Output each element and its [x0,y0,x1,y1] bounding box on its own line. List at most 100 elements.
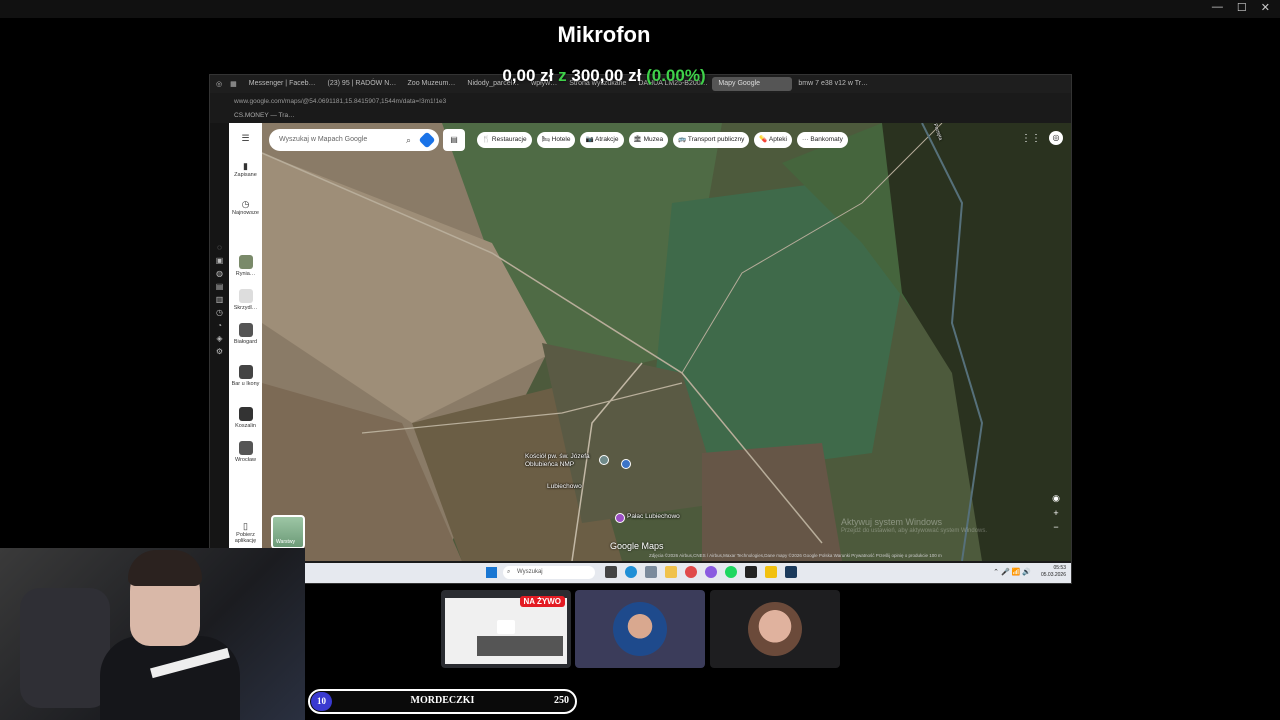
participant-avatar [613,602,667,656]
sidebar-item-label: Wrocław [235,457,256,463]
layers-toggle-button[interactable]: ▤ [443,129,465,151]
chip-atms[interactable]: ··· Bankomaty [797,132,848,148]
bus-icon: 🚌 [678,136,687,143]
discord-icon[interactable] [705,566,717,578]
museum-icon: 🏛 [633,136,642,143]
sidebar-item-place[interactable]: Rynia… [229,255,262,277]
church-label[interactable]: Kościół pw. św. Józefa Oblubieńca NMP [525,453,595,469]
bookmark-item[interactable]: CS.MONEY — Tra… [234,112,295,119]
search-input[interactable]: Wyszukaj w Mapach Google ⌕ [269,129,439,151]
settings-icon[interactable] [645,566,657,578]
google-apps-icon[interactable]: ⋮⋮ [1021,133,1041,144]
village-label[interactable]: Lubiechowo [547,483,582,490]
chip-museums[interactable]: 🏛 Muzea [628,132,669,148]
video-tile-screenshare[interactable]: NA ŻYWO [441,590,571,668]
edge-icon[interactable] [625,566,637,578]
messenger-icon[interactable]: ◍ [216,269,223,278]
church-pin-icon[interactable] [599,455,609,465]
google-maps: ☰ ▮ Zapisane ◷ Najnowsze Rynia… Skrzydl…… [229,123,1071,561]
participant-avatar [748,602,802,656]
zoom-in-icon[interactable]: + [1053,508,1058,518]
bag-icon[interactable]: ▣ [216,256,224,265]
history-icon[interactable]: ◷ [216,308,223,317]
chip-transit[interactable]: 🚌 Transport publiczny [673,132,750,148]
window-controls: — ☐ ✕ [1212,1,1270,14]
money-separator: z [558,66,567,85]
map-controls: ◉ + − [1049,493,1063,532]
video-tile-participant[interactable] [575,590,705,668]
camera-icon: 📷 [585,136,594,143]
more-icon: ··· [802,136,809,143]
taskbar-search-label: Wyszukaj [517,569,543,575]
app-icon[interactable] [765,566,777,578]
top-title-bar: — ☐ ✕ [0,0,1280,18]
search-placeholder: Wyszukaj w Mapach Google [279,136,368,143]
clock[interactable]: 05:53 05.03.2026 [1041,565,1066,579]
address-bar[interactable]: www.google.com/maps/@54.0691181,15.84159… [210,93,1071,109]
sidebar-item-label: Pobierz aplikację [234,532,257,544]
system-tray[interactable]: ⌃ 🎤 📶 🔊 [993,568,1031,576]
phone-icon: ▯ [243,521,248,531]
sidebar-item-download-app[interactable]: ▯ Pobierz aplikację [229,521,262,544]
minimize-icon[interactable]: — [1212,1,1223,14]
chip-attractions[interactable]: 📷 Atrakcje [580,132,624,148]
avatar[interactable]: ◎ [1049,131,1063,145]
taskview-icon[interactable] [605,566,617,578]
transit-pin-icon[interactable] [621,459,631,469]
chip-hotels[interactable]: 🛏 Hotele [536,132,576,148]
twitch-icon[interactable]: ▥ [216,295,224,304]
palace-label[interactable]: Pałac Lubiechowo [627,513,680,520]
browser-window: ◎ ▦ Messenger | Faceb… (23) 95 | RADÓW N… [209,74,1072,584]
sidebar-item-recent[interactable]: ◷ Najnowsze [229,199,262,216]
url-text[interactable]: www.google.com/maps/@54.0691181,15.84159… [234,98,446,105]
clock-icon[interactable]: ◔ [217,321,222,330]
sidebar-item-label: Najnowsze [232,210,259,216]
menu-icon[interactable]: ☰ [229,133,262,144]
layers-thumbnail[interactable]: Warstwy [271,515,305,549]
bulb-icon[interactable]: ◈ [216,334,222,343]
money-percent: (0.00%) [646,66,706,85]
directions-icon[interactable] [418,131,436,149]
settings-icon[interactable]: ⚙ [216,347,223,356]
satellite-map[interactable] [262,123,1071,561]
taskbar-search[interactable]: ⌕ Wyszukaj [503,566,595,579]
place-thumbnail [238,323,253,337]
notes-icon[interactable]: ▤ [216,282,224,291]
search-icon[interactable]: ⌕ [406,129,411,151]
close-icon[interactable]: ✕ [1261,1,1270,14]
ai-icon[interactable]: ◌ [217,243,222,252]
sidebar-item-place[interactable]: Skrzydl… [229,289,262,311]
sidebar-item-label: Skrzydl… [233,305,258,311]
opera-icon[interactable] [685,566,697,578]
video-tile-participant[interactable] [710,590,840,668]
chip-pharmacies[interactable]: 💊 Apteki [754,132,792,148]
category-chips: 🍴 Restauracje 🛏 Hotele 📷 Atrakcje 🏛 Muze… [477,132,848,148]
streamer-hair [128,550,202,586]
zoom-out-icon[interactable]: − [1053,522,1058,532]
sidebar-item-place[interactable]: Białogard [229,323,262,345]
donation-goal: 0,00 zł z 300,00 zł (0.00%) [0,66,1208,86]
windows-activation-watermark: Aktywuj system Windows [841,517,943,527]
my-location-icon[interactable]: ◉ [1052,493,1060,504]
place-thumbnail [238,289,253,303]
streamer-body [100,636,240,720]
explorer-icon[interactable] [665,566,677,578]
bed-icon: 🛏 [541,136,550,143]
windows-start-icon[interactable] [486,567,497,578]
spotify-icon[interactable] [725,566,737,578]
sidebar-item-label: Bar u Ikony [231,381,260,387]
sidebar-item-place[interactable]: Koszalin [229,407,262,429]
maps-sidebar: ☰ ▮ Zapisane ◷ Najnowsze Rynia… Skrzydl…… [229,123,262,561]
palace-pin-icon[interactable] [615,513,625,523]
maximize-icon[interactable]: ☐ [1237,1,1247,14]
pill-icon: 💊 [759,136,768,143]
sidebar-item-saved[interactable]: ▮ Zapisane [229,161,262,178]
obs-icon[interactable] [745,566,757,578]
steam-icon[interactable] [785,566,797,578]
chair [20,588,110,708]
money-goal: 300,00 zł [571,66,642,85]
sidebar-item-place[interactable]: Bar u Ikony [229,365,262,387]
google-maps-logo: Google Maps [610,541,664,551]
sidebar-item-place[interactable]: Wrocław [229,441,262,463]
chip-restaurants[interactable]: 🍴 Restauracje [477,132,532,148]
